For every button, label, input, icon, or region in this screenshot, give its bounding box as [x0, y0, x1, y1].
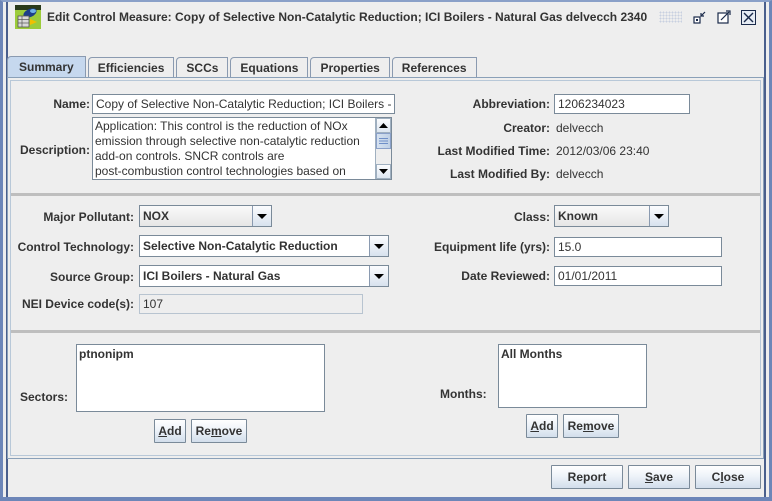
- months-label: Months:: [440, 387, 487, 401]
- description-line: post-combustion control technologies bas…: [95, 164, 346, 178]
- description-line: Application: This control is the reducti…: [95, 119, 348, 133]
- class-dropdown[interactable]: Known: [554, 205, 669, 227]
- tab-summary[interactable]: Summary: [7, 56, 86, 77]
- close-label-rest: ose: [723, 470, 745, 484]
- last-modified-time-label: Last Modified Time:: [437, 144, 550, 158]
- control-technology-selected[interactable]: Selective Non-Catalytic Reduction: [140, 236, 369, 256]
- remove-mnemonic: m: [582, 419, 594, 433]
- class-selected: Known: [558, 209, 598, 223]
- close-button[interactable]: Cl ose: [695, 465, 761, 489]
- class-label: Class:: [513, 210, 550, 224]
- creator-label: Creator:: [503, 121, 550, 135]
- description-line: add-on controls. SNCR controls are: [95, 149, 285, 163]
- iconify-button[interactable]: [692, 9, 708, 25]
- tab-equations[interactable]: Equations: [230, 57, 309, 77]
- equipment-life-label: Equipment life (yrs):: [433, 240, 550, 254]
- last-modified-by-label: Last Modified By:: [449, 167, 550, 181]
- sectors-label: Sectors:: [20, 390, 69, 404]
- control-technology-dropdown-button[interactable]: [369, 236, 388, 256]
- tab-properties[interactable]: Properties: [310, 57, 390, 77]
- source-group-dropdown[interactable]: ICI Boilers - Natural Gas: [139, 265, 389, 287]
- close-icon: [740, 9, 756, 25]
- major-pollutant-dropdown-button[interactable]: [252, 206, 271, 226]
- close-window-button[interactable]: [740, 9, 756, 25]
- add-label-rest: dd: [167, 424, 182, 438]
- remove-mnemonic: m: [210, 424, 222, 438]
- maximize-button[interactable]: [716, 9, 732, 25]
- maximize-icon: [717, 10, 731, 24]
- classification-section: Major Pollutant: NOX Control Technology:…: [11, 193, 760, 330]
- save-label-rest: ave: [652, 470, 674, 484]
- arrow-up-icon: [379, 123, 388, 128]
- nei-device-codes-field[interactable]: 107: [139, 294, 363, 314]
- description-text[interactable]: Application: This control is the reducti…: [95, 119, 373, 179]
- last-modified-time-value: 2012/03/06 23:40: [556, 144, 650, 158]
- chevron-down-icon: [654, 213, 664, 219]
- grip-icon: [379, 138, 388, 144]
- sectors-list[interactable]: ptnonipm: [76, 344, 325, 412]
- save-button[interactable]: Save: [628, 465, 690, 489]
- scroll-up-button[interactable]: [376, 118, 391, 133]
- months-add-button[interactable]: Add: [526, 414, 558, 438]
- chevron-down-icon: [374, 273, 384, 279]
- sector-item[interactable]: ptnonipm: [79, 347, 322, 362]
- title-bar-grip: [659, 11, 682, 23]
- abbreviation-field[interactable]: 1206234023: [554, 94, 690, 114]
- source-group-selected[interactable]: ICI Boilers - Natural Gas: [140, 266, 369, 286]
- summary-tab-panel: Name: Copy of Selective Non-Catalytic Re…: [7, 77, 764, 459]
- date-reviewed-label: Date Reviewed:: [461, 269, 550, 283]
- add-label-rest: dd: [539, 419, 554, 433]
- major-pollutant-dropdown[interactable]: NOX: [139, 205, 272, 227]
- report-button[interactable]: Report: [551, 465, 623, 489]
- arrow-down-icon: [379, 169, 388, 174]
- scroll-down-button[interactable]: [376, 164, 391, 179]
- add-mnemonic: A: [158, 424, 167, 438]
- tab-sccs[interactable]: SCCs: [176, 57, 229, 77]
- description-line: emission through selective non-catalytic…: [95, 134, 360, 148]
- major-pollutant-label: Major Pollutant:: [43, 210, 134, 224]
- equipment-life-field[interactable]: 15.0: [554, 237, 722, 257]
- summary-panel-content: Name: Copy of Selective Non-Catalytic Re…: [10, 80, 761, 456]
- identification-section: Name: Copy of Selective Non-Catalytic Re…: [11, 81, 760, 193]
- source-group-label: Source Group:: [49, 270, 134, 284]
- remove-label-rest: ove: [221, 424, 243, 438]
- tab-references[interactable]: References: [391, 57, 477, 77]
- tab-bar: Summary Efficiencies SCCs Equations Prop…: [7, 56, 479, 77]
- add-mnemonic: A: [530, 419, 539, 433]
- description-label: Description:: [19, 143, 90, 157]
- emf-app-icon: [15, 5, 41, 29]
- name-label: Name:: [53, 97, 90, 111]
- window-title: Edit Control Measure: Copy of Selective …: [47, 10, 648, 24]
- last-modified-by-value: delvecch: [556, 167, 604, 181]
- sectors-months-section: Sectors: ptnonipm Add Re m ove Months: All…: [11, 330, 760, 455]
- description-textarea[interactable]: Application: This control is the reducti…: [92, 117, 392, 180]
- control-technology-dropdown[interactable]: Selective Non-Catalytic Reduction: [139, 235, 389, 257]
- abbreviation-label: Abbreviation:: [472, 97, 550, 111]
- remove-label-rest: ove: [593, 419, 615, 433]
- iconify-icon: [693, 11, 706, 24]
- creator-value: delvecch: [556, 121, 604, 135]
- nei-device-codes-label: NEI Device code(s):: [21, 297, 134, 311]
- tab-efficiencies[interactable]: Efficiencies: [87, 57, 175, 77]
- description-scrollbar[interactable]: [375, 118, 391, 179]
- date-reviewed-field[interactable]: 01/01/2011: [554, 266, 722, 286]
- scroll-thumb[interactable]: [376, 133, 391, 149]
- remove-label-prefix: Re: [195, 424, 211, 438]
- months-list[interactable]: All Months: [498, 344, 647, 408]
- title-bar[interactable]: Edit Control Measure: Copy of Selective …: [8, 2, 764, 32]
- chevron-down-icon: [257, 213, 267, 219]
- source-group-dropdown-button[interactable]: [369, 266, 388, 286]
- class-dropdown-button[interactable]: [649, 206, 668, 226]
- name-field[interactable]: Copy of Selective Non-Catalytic Reductio…: [92, 94, 395, 114]
- months-remove-button[interactable]: Re m ove: [563, 414, 619, 438]
- sectors-add-button[interactable]: Add: [154, 419, 186, 443]
- control-technology-label: Control Technology:: [17, 240, 134, 254]
- major-pollutant-selected: NOX: [143, 209, 170, 223]
- save-mnemonic: S: [644, 470, 653, 484]
- remove-label-prefix: Re: [567, 419, 583, 433]
- close-label-prefix: C: [711, 470, 721, 484]
- sectors-remove-button[interactable]: Re m ove: [191, 419, 247, 443]
- month-item[interactable]: All Months: [501, 347, 644, 362]
- chevron-down-icon: [374, 243, 384, 249]
